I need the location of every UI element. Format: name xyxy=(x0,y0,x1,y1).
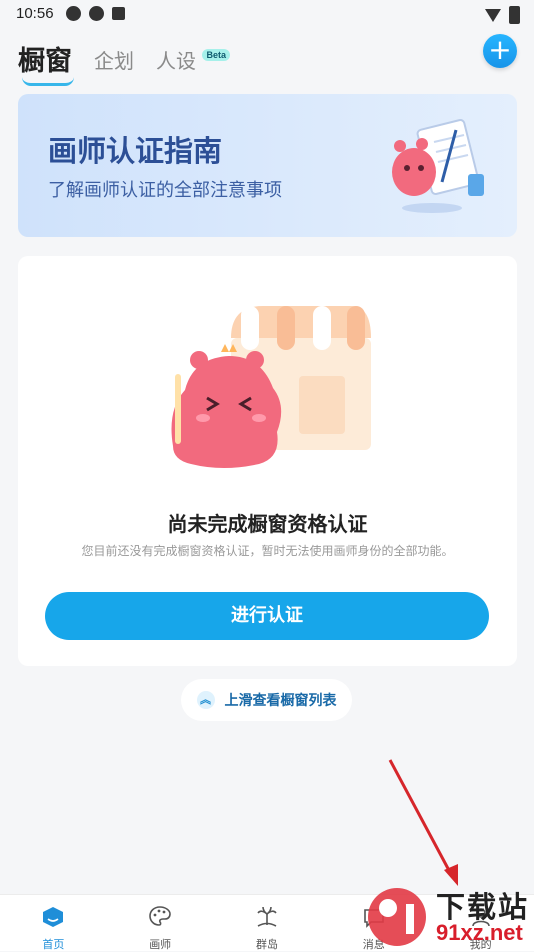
tab-character[interactable]: 人设 Beta xyxy=(156,45,230,74)
status-bar: 10:56 xyxy=(0,0,534,28)
nav-item-home[interactable]: 首页 xyxy=(0,895,107,951)
tab-label: 人设 xyxy=(156,49,196,73)
nav-item-islands[interactable]: 群岛 xyxy=(214,895,321,951)
double-chevron-up-icon: ︽ xyxy=(196,691,215,709)
app-notification-icon xyxy=(112,7,125,20)
start-certification-button[interactable]: 进行认证 xyxy=(45,592,489,640)
tab-label: 橱窗 xyxy=(18,46,72,77)
status-time: 10:56 xyxy=(16,5,54,22)
swipe-up-hint[interactable]: ︽ 上滑查看橱窗列表 xyxy=(181,679,352,721)
add-button[interactable]: + xyxy=(483,34,517,68)
mascot-writing-illustration xyxy=(392,119,484,213)
tab-label: 企划 xyxy=(94,49,134,73)
top-tabs: 橱窗 企划 人设 Beta xyxy=(18,34,230,86)
certification-guide-banner[interactable]: 画师认证指南 了解画师认证的全部注意事项 xyxy=(18,94,517,237)
tab-showcase[interactable]: 橱窗 xyxy=(18,39,74,86)
wifi-icon xyxy=(485,8,501,22)
nav-item-artists[interactable]: 画师 xyxy=(107,895,214,951)
mascot-shop-illustration xyxy=(171,306,371,468)
site-watermark: 下载站 91xz.net xyxy=(362,884,534,950)
swipe-hint-label: 上滑查看橱窗列表 xyxy=(224,693,337,709)
home-icon xyxy=(43,907,64,927)
tab-project[interactable]: 企划 xyxy=(94,45,134,74)
battery-icon xyxy=(509,6,520,24)
app-notification-icon xyxy=(66,6,81,21)
palette-icon xyxy=(149,906,171,926)
card-description: 您目前还没有完成橱窗资格认证，暂时无法使用画师身份的全部功能。 xyxy=(81,544,454,558)
active-tab-underline xyxy=(22,77,74,86)
system-icons xyxy=(485,6,520,24)
card-title: 尚未完成橱窗资格认证 xyxy=(167,512,368,536)
watermark-logo xyxy=(368,888,426,946)
notification-icons xyxy=(66,6,125,21)
beta-badge: Beta xyxy=(202,49,230,61)
app-notification-icon xyxy=(89,6,104,21)
island-icon xyxy=(257,906,277,927)
watermark-url: 91xz.net xyxy=(436,920,523,945)
certification-card: 尚未完成橱窗资格认证 您目前还没有完成橱窗资格认证，暂时无法使用画师身份的全部功… xyxy=(18,256,517,666)
red-annotation-arrow xyxy=(388,759,458,886)
banner-subtitle: 了解画师认证的全部注意事项 xyxy=(48,180,282,201)
banner-title: 画师认证指南 xyxy=(48,134,223,168)
